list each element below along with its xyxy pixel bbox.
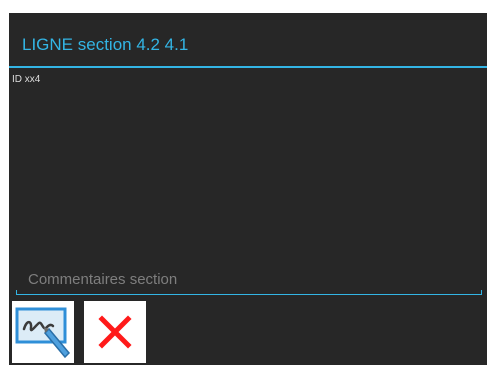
- sign-button[interactable]: [12, 301, 74, 363]
- id-label: ID xx4: [12, 74, 41, 85]
- comment-underline: [16, 294, 482, 295]
- comment-tick-left: [16, 290, 17, 295]
- title-divider: [9, 66, 487, 68]
- signature-pen-icon: [12, 301, 74, 363]
- cancel-button[interactable]: [84, 301, 146, 363]
- close-icon: [84, 301, 146, 363]
- comment-field: [16, 265, 484, 295]
- comment-input[interactable]: [16, 265, 482, 293]
- dialog: LIGNE section 4.2 4.1 ID xx4: [9, 13, 487, 365]
- comment-tick-right: [481, 290, 482, 295]
- dialog-title: LIGNE section 4.2 4.1: [22, 35, 189, 54]
